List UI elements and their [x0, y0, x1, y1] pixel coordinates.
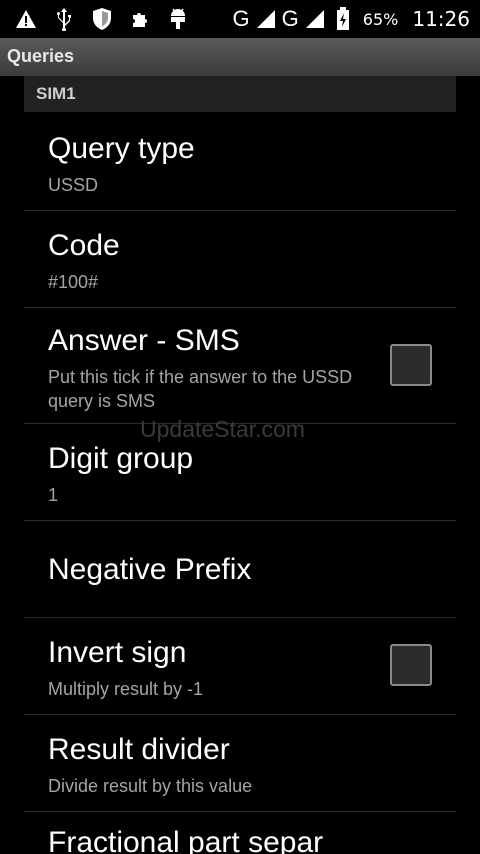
pref-summary: Divide result by this value [48, 776, 253, 796]
watermark: UpdateStar.com [140, 416, 305, 442]
status-bar: G G 65% 11:26 [0, 0, 480, 38]
warning-icon [14, 7, 38, 31]
clock: 11:26 [412, 7, 470, 31]
answer-sms-checkbox[interactable] [390, 344, 432, 386]
page-title: Queries [7, 46, 75, 66]
pref-title: Digit group [48, 442, 194, 475]
pref-title: Result divider [48, 733, 230, 766]
pref-title: Query type [48, 132, 195, 165]
pref-summary: Multiply result by -1 [48, 679, 204, 699]
pref-title: Code [48, 229, 120, 262]
pref-negative-prefix[interactable]: Negative Prefix [24, 521, 456, 617]
pref-code[interactable]: Code #100# [24, 211, 456, 307]
pref-summary: 1 [48, 485, 59, 505]
usb-icon [52, 7, 76, 31]
pref-summary: USSD [48, 175, 99, 195]
puzzle-icon [128, 7, 152, 31]
android-debug-icon [166, 7, 190, 31]
shield-icon [90, 7, 114, 31]
pref-title: Invert sign [48, 636, 187, 669]
battery-charging-icon [331, 7, 355, 31]
signal-icon [254, 7, 278, 31]
signal-icon [303, 7, 327, 31]
pref-result-divider[interactable]: Result divider Divide result by this val… [24, 715, 456, 811]
network-type-1: G [232, 6, 250, 31]
battery-percent: 65% [362, 9, 399, 29]
pref-summary: #100# [48, 272, 99, 292]
pref-invert-sign[interactable]: Invert sign Multiply result by -1 [24, 618, 456, 714]
notification-icons [14, 6, 190, 32]
system-indicators: G G 65% 11:26 [233, 6, 470, 32]
pref-summary: Put this tick if the answer to the USSD … [48, 367, 353, 411]
network-type-2: G [281, 6, 299, 31]
pref-title: Answer - SMS [48, 324, 240, 357]
pref-query-type[interactable]: Query type USSD [24, 112, 456, 210]
pref-fractional-part[interactable]: Fractional part separ [24, 812, 456, 854]
section-label: SIM1 [36, 84, 76, 103]
pref-title: Fractional part separ [48, 826, 324, 854]
title-bar: Queries [0, 38, 480, 76]
pref-answer-sms[interactable]: Answer - SMS Put this tick if the answer… [24, 308, 456, 423]
section-header: SIM1 [24, 76, 456, 112]
pref-title: Negative Prefix [48, 553, 252, 586]
invert-sign-checkbox[interactable] [390, 644, 432, 686]
